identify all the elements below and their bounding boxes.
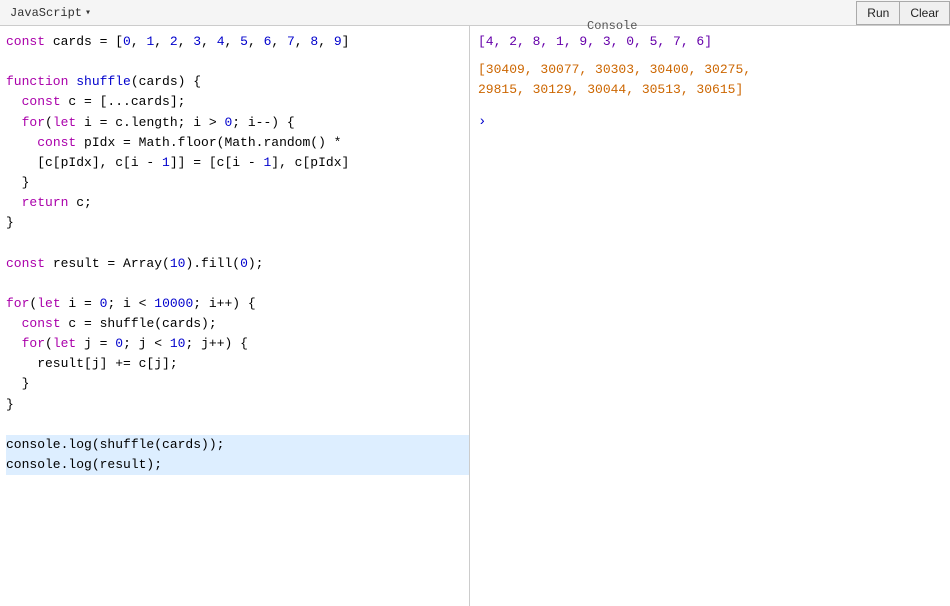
code-line-6: const pIdx = Math.floor(Math.random() *	[6, 133, 469, 153]
top-bar-left: JavaScript ▾	[0, 4, 97, 22]
console-prompt-line: ›	[478, 112, 942, 134]
code-line-8: }	[6, 173, 469, 193]
language-label: JavaScript	[10, 6, 82, 20]
console-output-line-3: 29815, 30129, 30044, 30513, 30615]	[478, 82, 743, 97]
code-line-13	[6, 274, 469, 294]
code-editor: const cards = [0, 1, 2, 3, 4, 5, 6, 7, 8…	[6, 32, 469, 475]
console-output: [4, 2, 8, 1, 9, 3, 0, 5, 7, 6] [30409, 3…	[478, 32, 942, 134]
top-bar-actions: Run Clear	[856, 1, 950, 25]
console-output-line-1: [4, 2, 8, 1, 9, 3, 0, 5, 7, 6]	[478, 32, 942, 52]
chevron-down-icon: ▾	[85, 7, 91, 19]
console-output-group2: [30409, 30077, 30303, 30400, 30275, 2981…	[478, 60, 942, 100]
main-content: const cards = [0, 1, 2, 3, 4, 5, 6, 7, 8…	[0, 26, 950, 606]
code-line-22: console.log(result);	[6, 455, 469, 475]
console-pane[interactable]: [4, 2, 8, 1, 9, 3, 0, 5, 7, 6] [30409, 3…	[470, 26, 950, 606]
code-line-15: const c = shuffle(cards);	[6, 314, 469, 334]
top-bar: JavaScript ▾ Console Run Clear	[0, 0, 950, 26]
code-line-11	[6, 233, 469, 253]
code-line-14: for(let i = 0; i < 10000; i++) {	[6, 294, 469, 314]
code-line-19: }	[6, 395, 469, 415]
language-selector[interactable]: JavaScript ▾	[4, 4, 97, 22]
code-line-18: }	[6, 374, 469, 394]
code-line-20	[6, 415, 469, 435]
console-label: Console	[587, 19, 637, 33]
console-prompt-icon: ›	[478, 114, 486, 130]
code-line-5: for(let i = c.length; i > 0; i--) {	[6, 113, 469, 133]
code-line-4: const c = [...cards];	[6, 92, 469, 112]
code-line-1: const cards = [0, 1, 2, 3, 4, 5, 6, 7, 8…	[6, 32, 469, 52]
clear-button[interactable]: Clear	[899, 1, 950, 25]
console-output-line-2: [30409, 30077, 30303, 30400, 30275,	[478, 62, 751, 77]
code-line-12: const result = Array(10).fill(0);	[6, 254, 469, 274]
code-line-7: [c[pIdx], c[i - 1]] = [c[i - 1], c[pIdx]	[6, 153, 469, 173]
code-line-10: }	[6, 213, 469, 233]
code-line-9: return c;	[6, 193, 469, 213]
code-line-21: console.log(shuffle(cards));	[6, 435, 469, 455]
code-line-17: result[j] += c[j];	[6, 354, 469, 374]
code-line-2	[6, 52, 469, 72]
editor-pane[interactable]: const cards = [0, 1, 2, 3, 4, 5, 6, 7, 8…	[0, 26, 470, 606]
run-button[interactable]: Run	[856, 1, 899, 25]
code-line-16: for(let j = 0; j < 10; j++) {	[6, 334, 469, 354]
code-line-3: function shuffle(cards) {	[6, 72, 469, 92]
